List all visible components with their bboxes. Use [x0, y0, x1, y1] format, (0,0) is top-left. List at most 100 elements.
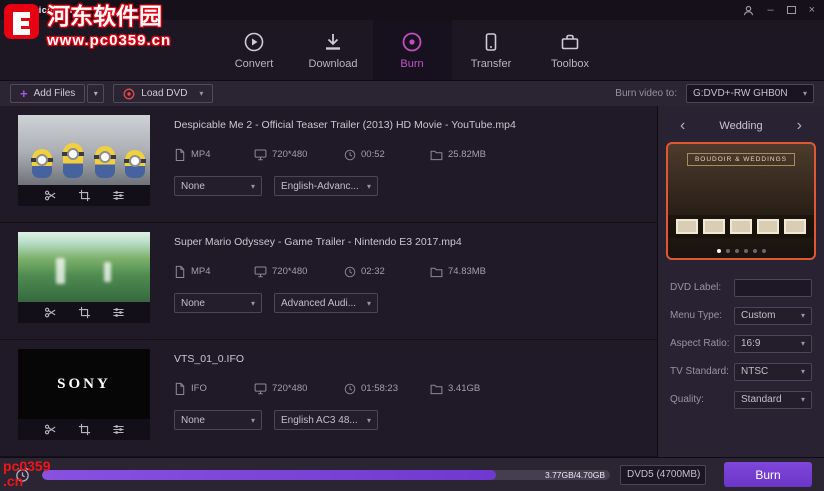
main-area: Despicable Me 2 - Official Teaser Traile…: [0, 106, 824, 457]
field-label: Aspect Ratio:: [670, 338, 730, 349]
trim-icon[interactable]: [39, 421, 61, 438]
video-thumbnail[interactable]: SONY: [18, 349, 150, 419]
maximize-button[interactable]: [786, 6, 796, 14]
quality-value: Standard: [741, 394, 782, 405]
schedule-icon[interactable]: [12, 465, 32, 485]
filmstrip-frame: [676, 219, 698, 234]
audio-select[interactable]: English AC3 48... ▾: [274, 410, 378, 430]
caret-down-icon: ▾: [802, 89, 807, 98]
thumbnail-art: [62, 143, 84, 178]
duration-value: 00:52: [361, 149, 385, 160]
template-filmstrip: [668, 215, 814, 238]
close-button[interactable]: ×: [809, 4, 815, 16]
pager-dot[interactable]: [743, 249, 748, 253]
template-preview[interactable]: BOUDOIR & WEDDINGS: [666, 142, 816, 260]
tab-convert[interactable]: Convert: [215, 20, 294, 80]
account-icon[interactable]: [743, 5, 754, 16]
form-field: Quality: Standard ▾: [670, 390, 812, 409]
tab-label: Convert: [234, 57, 274, 70]
tv-standard-select[interactable]: NTSC ▾: [734, 362, 812, 381]
format-value: MP4: [191, 266, 211, 277]
caret-down-icon: ▾: [250, 415, 255, 425]
template-next-button[interactable]: ›: [797, 118, 802, 134]
format-value: IFO: [191, 383, 207, 394]
add-files-dropdown-button[interactable]: ▾: [87, 84, 105, 103]
crop-icon[interactable]: [73, 187, 95, 204]
menu-type-select[interactable]: Custom ▾: [734, 306, 812, 325]
file-duration: 01:58:23: [344, 383, 430, 395]
file-row: Super Mario Odyssey - Game Trailer - Nin…: [0, 223, 657, 340]
tab-transfer[interactable]: Transfer: [452, 20, 531, 80]
template-prev-button[interactable]: ‹: [680, 118, 685, 134]
pager-dot[interactable]: [734, 249, 739, 253]
file-options: None ▾ English AC3 48... ▾: [174, 410, 643, 430]
crop-icon[interactable]: [73, 304, 95, 321]
main-nav: Convert Download Burn Transfer Toolbox: [0, 20, 824, 80]
caret-down-icon: ▾: [800, 339, 805, 348]
filmstrip-frame: [784, 219, 806, 234]
file-options: None ▾ English-Advanc... ▾: [174, 176, 643, 196]
caret-down-icon: ▾: [366, 298, 371, 308]
toolbar: + Add Files ▾ Load DVD ▾ Burn video to: …: [0, 80, 824, 106]
subtitle-value: None: [181, 180, 205, 192]
duration-value: 01:58:23: [361, 383, 398, 394]
template-name: Wedding: [719, 120, 763, 132]
add-files-group: + Add Files ▾: [10, 84, 105, 103]
audio-select[interactable]: Advanced Audi... ▾: [274, 293, 378, 313]
capacity-fill: [42, 469, 497, 480]
subtitle-select[interactable]: None ▾: [174, 293, 262, 313]
file-options: None ▾ Advanced Audi... ▾: [174, 293, 643, 313]
subtitle-select[interactable]: None ▾: [174, 176, 262, 196]
pager-dot[interactable]: [752, 249, 757, 253]
dvd-label-input[interactable]: [734, 278, 812, 297]
file-info: VTS_01_0.IFO IFO 720*480 01:58:23 3.41GB…: [150, 349, 657, 456]
file-meta: IFO 720*480 01:58:23 3.41GB: [174, 382, 643, 395]
disc-size-select[interactable]: DVD5 (4700MB) ▾: [620, 464, 706, 485]
aspect-ratio-value: 16:9: [741, 338, 761, 349]
effects-icon[interactable]: [107, 304, 129, 321]
resolution-value: 720*480: [272, 266, 308, 277]
burn-target-value: G:DVD+-RW GHB0N: [693, 88, 788, 99]
thumbnail-art: [31, 149, 53, 178]
resolution-value: 720*480: [272, 149, 308, 160]
add-files-button[interactable]: + Add Files: [10, 84, 86, 103]
trim-icon[interactable]: [39, 304, 61, 321]
minimize-button[interactable]: –: [767, 4, 773, 16]
effects-icon[interactable]: [107, 187, 129, 204]
trim-icon[interactable]: [39, 187, 61, 204]
video-thumbnail[interactable]: [18, 232, 150, 302]
quality-select[interactable]: Standard ▾: [734, 390, 812, 409]
video-thumbnail[interactable]: [18, 115, 150, 185]
tab-burn[interactable]: Burn: [372, 20, 452, 80]
app-title: uniconverter: [27, 5, 87, 15]
file-format: IFO: [174, 382, 254, 395]
pager-dot[interactable]: [716, 249, 721, 253]
pager-dot[interactable]: [725, 249, 730, 253]
burn-button[interactable]: Burn: [724, 462, 812, 487]
subtitle-select[interactable]: None ▾: [174, 410, 262, 430]
effects-icon[interactable]: [107, 421, 129, 438]
tab-download[interactable]: Download: [294, 20, 373, 80]
load-dvd-button[interactable]: Load DVD ▾: [113, 84, 214, 103]
audio-select[interactable]: English-Advanc... ▾: [274, 176, 378, 196]
audio-value: English AC3 48...: [281, 414, 358, 426]
edit-toolbar: [18, 302, 150, 323]
edit-toolbar: [18, 185, 150, 206]
subtitle-value: None: [181, 414, 205, 426]
capacity-bar: 3.77GB/4.70GB: [42, 469, 610, 480]
file-duration: 00:52: [344, 149, 430, 161]
footer-bar: 3.77GB/4.70GB DVD5 (4700MB) ▾ Burn: [0, 457, 824, 491]
form-field: TV Standard: NTSC ▾: [670, 362, 812, 381]
tab-toolbox[interactable]: Toolbox: [531, 20, 610, 80]
burn-target-select[interactable]: G:DVD+-RW GHB0N ▾: [686, 84, 814, 103]
file-resolution: 720*480: [254, 148, 344, 161]
crop-icon[interactable]: [73, 421, 95, 438]
format-value: MP4: [191, 149, 211, 160]
thumbnail-art: [56, 258, 65, 284]
disc-size-value: DVD5 (4700MB): [627, 469, 701, 480]
aspect-ratio-select[interactable]: 16:9 ▾: [734, 334, 812, 353]
pager-dot[interactable]: [761, 249, 766, 253]
caret-down-icon: ▾: [366, 415, 371, 425]
audio-value: English-Advanc...: [281, 180, 359, 192]
resolution-value: 720*480: [272, 383, 308, 394]
